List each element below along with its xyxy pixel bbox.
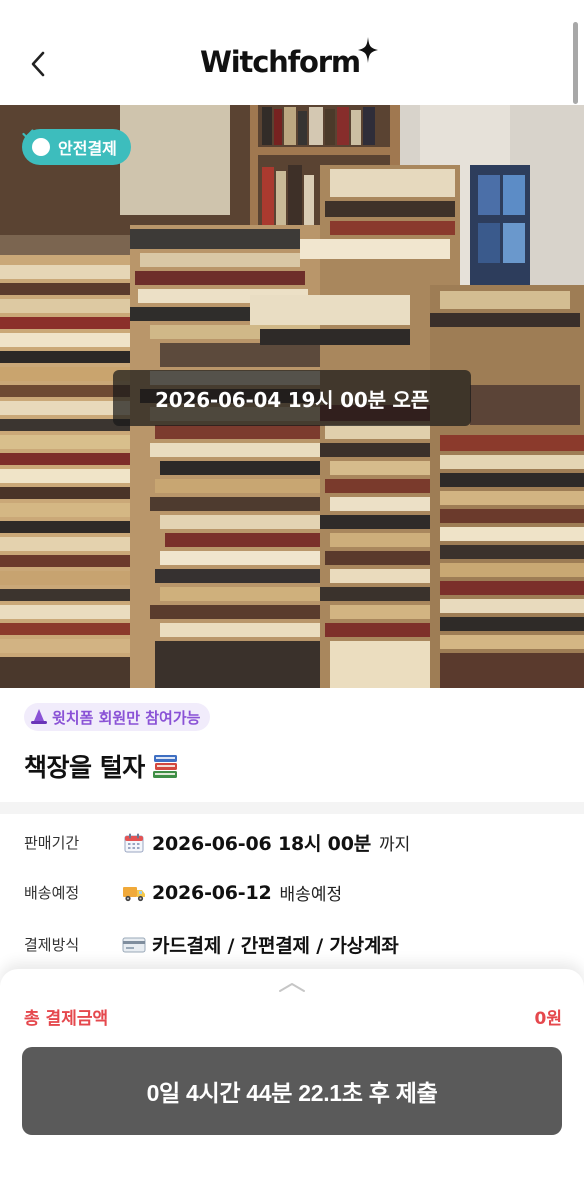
info-label: 결제방식 (24, 936, 80, 954)
member-only-chip: 윗치폼 회원만 참여가능 (24, 703, 211, 731)
card-icon (122, 934, 146, 956)
section-divider (0, 802, 584, 814)
chevron-up-icon (279, 983, 305, 992)
submit-countdown-button[interactable]: 0일 4시간 44분 22.1초 후 제출 (22, 1047, 562, 1135)
product-image: 안전결제 2026-06-04 19시 00분 오픈 (0, 105, 584, 688)
checkout-bottom-sheet: 총 결제금액 0원 0일 4시간 44분 22.1초 후 제출 (0, 969, 584, 1200)
delivery-suffix: 배송예정 (279, 885, 343, 905)
witch-hat-icon (31, 709, 47, 724)
witchform-logo[interactable]: Witchform (200, 37, 378, 82)
safe-payment-label: 안전결제 (58, 139, 117, 158)
sales-period-suffix: 까지 (379, 835, 411, 855)
chevron-left-icon (31, 51, 45, 77)
open-datetime-banner: 2026-06-04 19시 00분 오픈 (113, 370, 471, 426)
books-icon (152, 755, 177, 778)
safe-payment-badge: 안전결제 (22, 129, 131, 165)
page-scrollbar[interactable] (573, 22, 578, 104)
sheet-expand-handle[interactable] (277, 979, 307, 993)
product-title: 책장을 털자 (24, 753, 145, 782)
delivery-row: 배송예정 2026-06-12 배송예정 (24, 880, 343, 906)
back-button[interactable] (22, 46, 54, 82)
sales-period-row: 판매기간 2026-06-06 18시 00분 까지 (24, 829, 410, 856)
total-amount-value: 0원 (534, 1009, 562, 1029)
payment-method-row: 결제방식 카드결제 / 간편결제 / 가상계좌 (24, 931, 399, 958)
calendar-icon (122, 832, 146, 854)
truck-icon (122, 882, 146, 904)
sales-period-value: 2026-06-06 18시 00분 (152, 833, 372, 855)
check-icon (22, 129, 50, 156)
info-label: 판매기간 (24, 834, 80, 852)
sparkle-icon (357, 37, 378, 63)
product-title-row: 책장을 털자 (24, 748, 181, 784)
app-header: Witchform (0, 0, 584, 105)
info-label: 배송예정 (24, 884, 80, 902)
logo-text: Witchform (200, 45, 361, 79)
member-chip-label: 윗치폼 회원만 참여가능 (52, 708, 201, 727)
delivery-value: 2026-06-12 (152, 881, 272, 904)
total-amount-label: 총 결제금액 (24, 1009, 109, 1029)
payment-method-value: 카드결제 / 간편결제 / 가상계좌 (152, 935, 399, 957)
